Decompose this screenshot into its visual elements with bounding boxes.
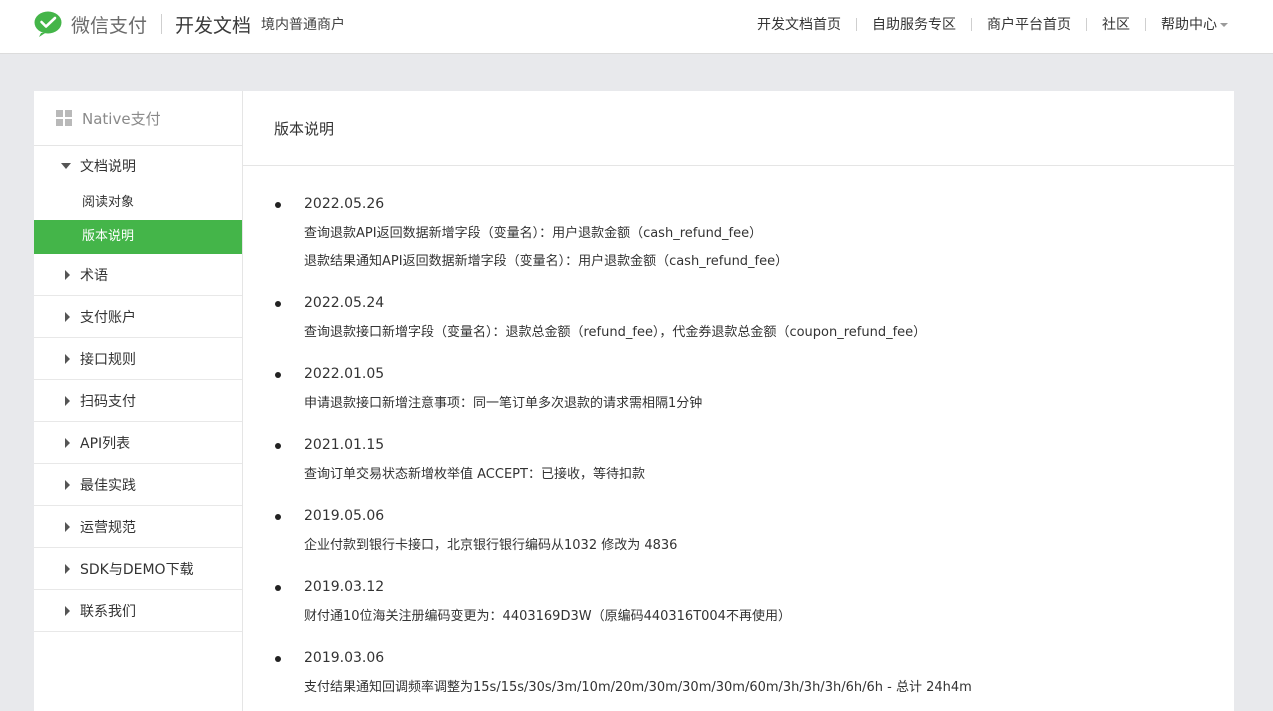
sidebar-item-label: 最佳实践 — [80, 477, 136, 494]
bullet-icon — [275, 656, 281, 662]
brand[interactable]: 微信支付 开发文档 境内普通商户 — [34, 10, 345, 38]
triangle-right-icon — [65, 269, 70, 280]
triangle-right-icon — [65, 563, 70, 574]
changelog-entry: 2019.03.12 财付通10位海关注册编码变更为：4403169D3W（原编… — [243, 577, 1234, 631]
triangle-right-icon — [65, 437, 70, 448]
sidebar-item-operations[interactable]: 运营规范 — [34, 506, 242, 548]
sidebar-item-label: 扫码支付 — [80, 393, 136, 410]
entry-line: 查询订单交易状态新增枚举值 ACCEPT：已接收，等待扣款 — [304, 467, 645, 482]
sidebar-item-label: 接口规则 — [80, 351, 136, 368]
triangle-right-icon — [65, 521, 70, 532]
entry-line: 企业付款到银行卡接口，北京银行银行编码从1032 修改为 4836 — [304, 538, 678, 553]
sidebar-group-doc-notes[interactable]: 文档说明 — [34, 146, 242, 186]
changelog-list: 2022.05.26 查询退款API返回数据新增字段（变量名）：用户退款金额（c… — [243, 166, 1234, 702]
brand-name: 微信支付 — [71, 14, 148, 37]
changelog-entry: 2022.05.26 查询退款API返回数据新增字段（变量名）：用户退款金额（c… — [243, 194, 1234, 276]
sidebar-item-payment-account[interactable]: 支付账户 — [34, 296, 242, 338]
bullet-icon — [275, 372, 281, 378]
nav-divider — [856, 17, 857, 31]
entry-date: 2022.01.05 — [304, 366, 385, 382]
triangle-right-icon — [65, 395, 70, 406]
nav-help-label: 帮助中心 — [1161, 17, 1217, 33]
nav-community[interactable]: 社区 — [1102, 14, 1130, 34]
nav-help-center[interactable]: 帮助中心 — [1161, 14, 1228, 34]
sidebar-header: Native支付 — [34, 91, 242, 146]
entry-line: 查询退款API返回数据新增字段（变量名）：用户退款金额（cash_refund_… — [304, 226, 763, 241]
triangle-right-icon — [65, 311, 70, 322]
bullet-icon — [275, 514, 281, 520]
brand-divider — [161, 14, 163, 34]
entry-date: 2021.01.15 — [304, 437, 385, 453]
nav-self-service[interactable]: 自助服务专区 — [872, 14, 956, 34]
sidebar: Native支付 文档说明 阅读对象 版本说明 术语 支付账户 接口规则 扫码支… — [34, 91, 243, 711]
entry-line: 查询退款接口新增字段（变量名）：退款总金额（refund_fee），代金券退款总… — [304, 325, 927, 340]
sidebar-item-label: SDK与DEMO下载 — [80, 561, 194, 578]
main-content: 版本说明 2022.05.26 查询退款API返回数据新增字段（变量名）：用户退… — [243, 91, 1234, 711]
sidebar-subitem-readers[interactable]: 阅读对象 — [34, 186, 242, 220]
sidebar-item-label: API列表 — [80, 435, 131, 452]
triangle-down-icon — [61, 163, 71, 169]
doc-subtitle: 境内普通商户 — [261, 17, 346, 33]
entry-date: 2019.03.06 — [304, 650, 385, 666]
bullet-icon — [275, 585, 281, 591]
sidebar-item-api-list[interactable]: API列表 — [34, 422, 242, 464]
nav-merchant-home[interactable]: 商户平台首页 — [987, 14, 1071, 34]
changelog-entry: 2019.05.06 企业付款到银行卡接口，北京银行银行编码从1032 修改为 … — [243, 506, 1234, 560]
sidebar-item-label: 运营规范 — [80, 519, 136, 536]
entry-line: 财付通10位海关注册编码变更为：4403169D3W（原编码440316T004… — [304, 609, 791, 624]
sidebar-item-label: 术语 — [80, 267, 108, 284]
entry-line: 申请退款接口新增注意事项：同一笔订单多次退款的请求需相隔1分钟 — [304, 396, 703, 411]
grid-icon — [56, 110, 72, 126]
sidebar-item-contact[interactable]: 联系我们 — [34, 590, 242, 632]
nav-divider — [971, 17, 972, 31]
entry-date: 2022.05.24 — [304, 295, 385, 311]
top-bar: 微信支付 开发文档 境内普通商户 开发文档首页 自助服务专区 商户平台首页 社区… — [0, 0, 1273, 54]
triangle-right-icon — [65, 353, 70, 364]
doc-title: 开发文档 — [175, 14, 252, 37]
top-nav: 开发文档首页 自助服务专区 商户平台首页 社区 帮助中心 — [757, 14, 1228, 34]
sidebar-item-scan-pay[interactable]: 扫码支付 — [34, 380, 242, 422]
bullet-icon — [275, 301, 281, 307]
entry-line: 退款结果通知API返回数据新增字段（变量名）：用户退款金额（cash_refun… — [304, 254, 789, 269]
page-title: 版本说明 — [243, 91, 1234, 166]
entry-line: 支付结果通知回调频率调整为15s/15s/30s/3m/10m/20m/30m/… — [304, 680, 972, 695]
changelog-entry: 2021.01.15 查询订单交易状态新增枚举值 ACCEPT：已接收，等待扣款 — [243, 435, 1234, 489]
sidebar-item-label: 支付账户 — [80, 309, 136, 326]
sidebar-item-terms[interactable]: 术语 — [34, 254, 242, 296]
changelog-entry: 2022.05.24 查询退款接口新增字段（变量名）：退款总金额（refund_… — [243, 293, 1234, 347]
entry-date: 2019.05.06 — [304, 508, 385, 524]
sidebar-item-best-practice[interactable]: 最佳实践 — [34, 464, 242, 506]
sidebar-item-label: 联系我们 — [80, 603, 136, 620]
bullet-icon — [275, 443, 281, 449]
changelog-entry: 2019.03.06 支付结果通知回调频率调整为15s/15s/30s/3m/1… — [243, 648, 1234, 702]
sidebar-item-sdk-demo[interactable]: SDK与DEMO下载 — [34, 548, 242, 590]
sidebar-group-label: 文档说明 — [80, 159, 136, 175]
sidebar-item-api-rules[interactable]: 接口规则 — [34, 338, 242, 380]
triangle-right-icon — [65, 605, 70, 616]
changelog-entry: 2022.01.05 申请退款接口新增注意事项：同一笔订单多次退款的请求需相隔1… — [243, 364, 1234, 418]
sidebar-title: Native支付 — [82, 109, 161, 128]
triangle-right-icon — [65, 479, 70, 490]
chevron-down-icon — [1220, 23, 1228, 27]
sidebar-subitem-version-notes[interactable]: 版本说明 — [34, 220, 242, 254]
nav-divider — [1145, 17, 1146, 31]
nav-divider — [1086, 17, 1087, 31]
wechat-pay-logo-icon — [34, 11, 64, 37]
bullet-icon — [275, 202, 281, 208]
nav-docs-home[interactable]: 开发文档首页 — [757, 14, 841, 34]
entry-date: 2019.03.12 — [304, 579, 385, 595]
entry-date: 2022.05.26 — [304, 196, 385, 212]
